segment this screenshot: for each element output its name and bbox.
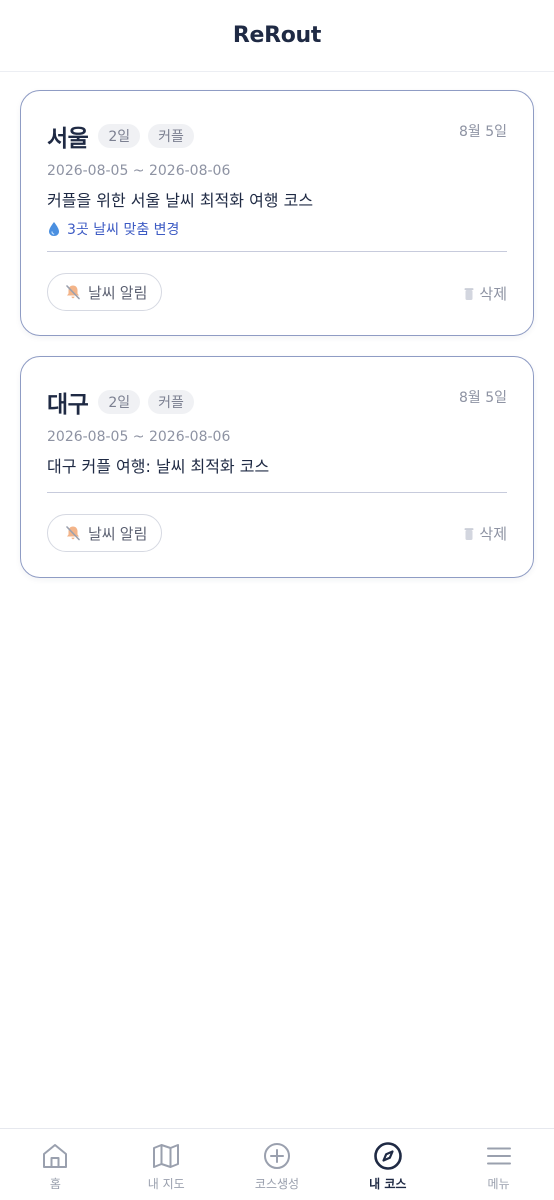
course-city: 대구 [47, 392, 89, 418]
nav-label: 홈 [49, 1177, 61, 1191]
nav-item-my-courses[interactable]: 내 코스 [332, 1129, 443, 1200]
course-card[interactable]: 서울 2일 커플 8월 5일 2026-08-05 ~ 2026-08-06 커… [20, 90, 534, 336]
compass-icon [373, 1142, 402, 1170]
weather-change-text: 3곳 날씨 맞춤 변경 [67, 222, 180, 238]
delete-label: 삭제 [479, 525, 507, 543]
card-divider [47, 492, 507, 493]
weather-change-note: 3곳 날씨 맞춤 변경 [47, 219, 507, 239]
bell-off-icon [66, 285, 80, 300]
menu-icon [486, 1147, 511, 1165]
theme-tag: 커플 [148, 390, 194, 414]
weather-alert-label: 날씨 알림 [88, 525, 148, 543]
course-card-header: 서울 2일 커플 [47, 91, 507, 153]
card-divider [47, 251, 507, 252]
created-date: 8월 5일 [458, 390, 507, 406]
weather-alert-label: 날씨 알림 [88, 284, 148, 302]
course-city: 서울 [47, 126, 89, 152]
nav-label: 내 지도 [147, 1177, 185, 1191]
trip-dates: 2026-08-05 ~ 2026-08-06 [47, 429, 231, 445]
course-list: 서울 2일 커플 8월 5일 2026-08-05 ~ 2026-08-06 커… [0, 72, 554, 598]
home-icon [43, 1144, 68, 1168]
bell-off-icon [66, 526, 80, 541]
delete-button[interactable]: 삭제 [464, 283, 507, 304]
nav-label: 코스생성 [254, 1177, 300, 1191]
top-header: ReRout [0, 0, 554, 72]
trash-icon [464, 287, 474, 300]
water-drop-icon [49, 222, 59, 236]
app-title: ReRout [232, 23, 322, 48]
nav-label: 내 코스 [369, 1177, 407, 1191]
weather-alert-button[interactable]: 날씨 알림 [47, 273, 163, 311]
nav-label: 메뉴 [487, 1177, 510, 1191]
course-card-header: 대구 2일 커플 [47, 357, 507, 419]
trash-icon [464, 527, 474, 540]
map-icon [153, 1144, 180, 1168]
created-date: 8월 5일 [458, 124, 507, 140]
nav-item-create-course[interactable]: 코스생성 [222, 1129, 333, 1200]
nav-item-home[interactable]: 홈 [0, 1129, 111, 1200]
nav-item-my-map[interactable]: 내 지도 [111, 1129, 222, 1200]
app-screen: ReRout 서울 2일 커플 8월 5일 2026-08-05 ~ 2026-… [0, 0, 554, 1200]
theme-tag: 커플 [148, 124, 194, 148]
course-title: 대구 커플 여행: 날씨 최적화 코스 [47, 457, 270, 476]
course-title: 커플을 위한 서울 날씨 최적화 여행 코스 [47, 191, 314, 210]
days-tag: 2일 [98, 390, 141, 414]
trip-dates: 2026-08-05 ~ 2026-08-06 [47, 163, 231, 179]
course-card[interactable]: 대구 2일 커플 8월 5일 2026-08-05 ~ 2026-08-06 대… [20, 356, 534, 578]
bottom-nav: 홈 내 지도 코스생성 내 코스 메뉴 [0, 1128, 554, 1200]
days-tag: 2일 [98, 124, 141, 148]
weather-alert-button[interactable]: 날씨 알림 [47, 514, 163, 552]
delete-button[interactable]: 삭제 [464, 523, 507, 544]
delete-label: 삭제 [479, 285, 507, 303]
nav-item-menu[interactable]: 메뉴 [443, 1129, 554, 1200]
plus-circle-icon [263, 1143, 290, 1169]
